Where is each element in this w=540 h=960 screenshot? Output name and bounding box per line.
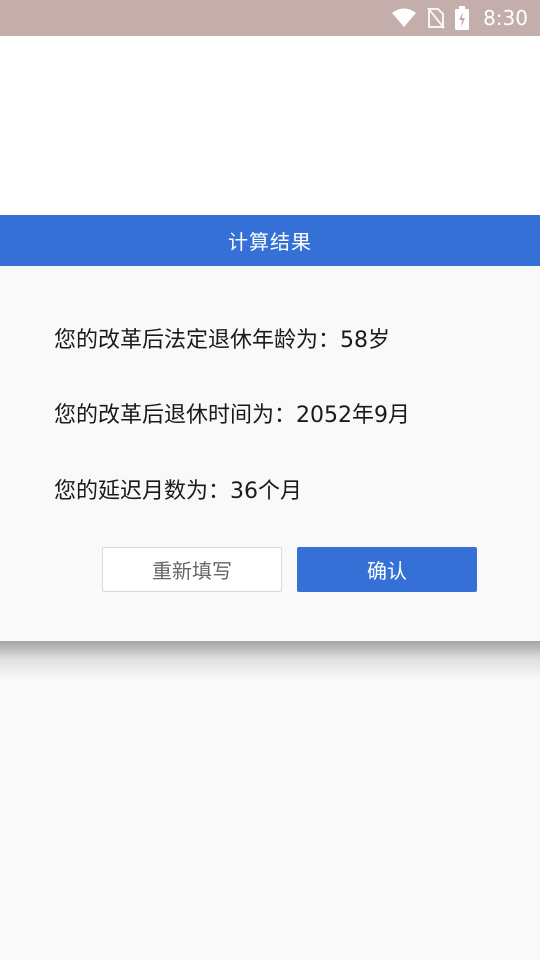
delay-months-text: 您的延迟月数为：36个月 xyxy=(54,479,302,504)
page-background-lower xyxy=(0,641,540,960)
dialog-title: 计算结果 xyxy=(228,230,312,254)
battery-charging-icon xyxy=(455,6,470,30)
status-bar: 8:30 xyxy=(0,0,540,36)
retirement-age-text: 您的改革后法定退休年龄为：58岁 xyxy=(54,328,390,353)
confirm-button[interactable]: 确认 xyxy=(297,547,477,592)
status-time: 8:30 xyxy=(483,6,528,30)
refill-button[interactable]: 重新填写 xyxy=(102,547,282,592)
dialog-header: 计算结果 xyxy=(0,215,540,266)
wifi-icon xyxy=(391,8,417,28)
retirement-date-text: 您的改革后退休时间为：2052年9月 xyxy=(54,403,410,428)
dialog-shadow xyxy=(0,641,540,681)
status-icons: 8:30 xyxy=(391,0,528,36)
result-dialog: 计算结果 您的改革后法定退休年龄为：58岁 您的改革后退休时间为：2052年9月… xyxy=(0,215,540,641)
no-sim-icon xyxy=(427,7,445,29)
page-background xyxy=(0,36,540,215)
